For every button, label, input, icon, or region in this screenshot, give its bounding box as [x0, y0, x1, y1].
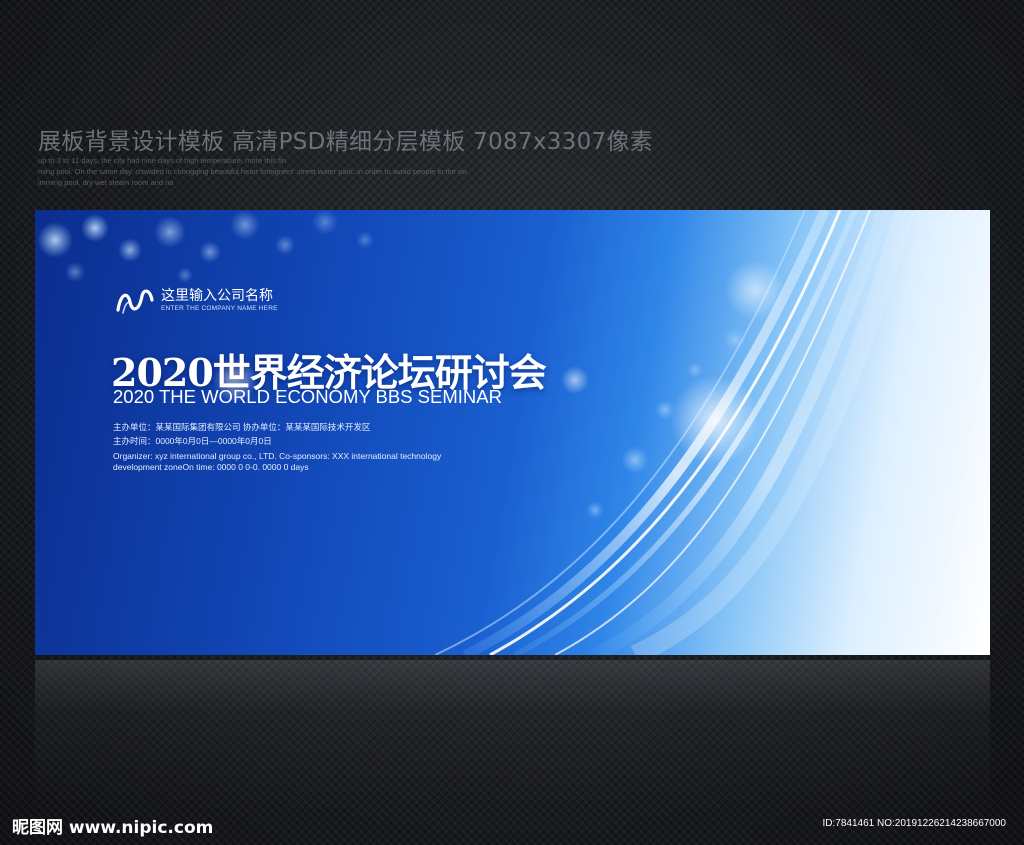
company-logo: 这里输入公司名称 ENTER THE COMPANY NAME HERE — [115, 286, 278, 316]
event-subtitle: 2020 THE WORLD ECONOMY BBS SEMINAR — [113, 386, 502, 407]
company-name: 这里输入公司名称 — [161, 288, 273, 304]
wave-logo-icon — [116, 289, 154, 314]
watermark-id: ID:7841461 NO:20191226214238667000 — [822, 818, 1007, 829]
company-name-subtitle: ENTER THE COMPANY NAME HERE — [161, 305, 278, 312]
banner-board: 这里输入公司名称 ENTER THE COMPANY NAME HERE 202… — [35, 210, 990, 655]
header-title: 展板背景设计模板 高清PSD精细分层模板 7087x3307像素 — [38, 129, 654, 155]
header-small-line-2: ming pool. On the same day, crowded in c… — [38, 167, 468, 176]
header-small-line-3: imming pool, dry wet steam room and no — [38, 178, 174, 187]
header-small-line-1: up to 3 to 11 days, the city had nine da… — [38, 156, 286, 165]
banner-reflection — [35, 660, 990, 810]
watermark-site: 昵图网 www.nipic.com — [12, 818, 214, 838]
info-line-1: 主办单位：某某国际集团有限公司 协办单位：某某某国际技术开发区 — [113, 422, 371, 432]
info-line-4: development zoneOn time: 0000 0 0-0. 000… — [113, 462, 309, 472]
info-line-2: 主办时间：0000年0月0日—0000年0月0日 — [113, 436, 272, 446]
info-line-3: Organizer: xyz international group co., … — [113, 451, 442, 461]
